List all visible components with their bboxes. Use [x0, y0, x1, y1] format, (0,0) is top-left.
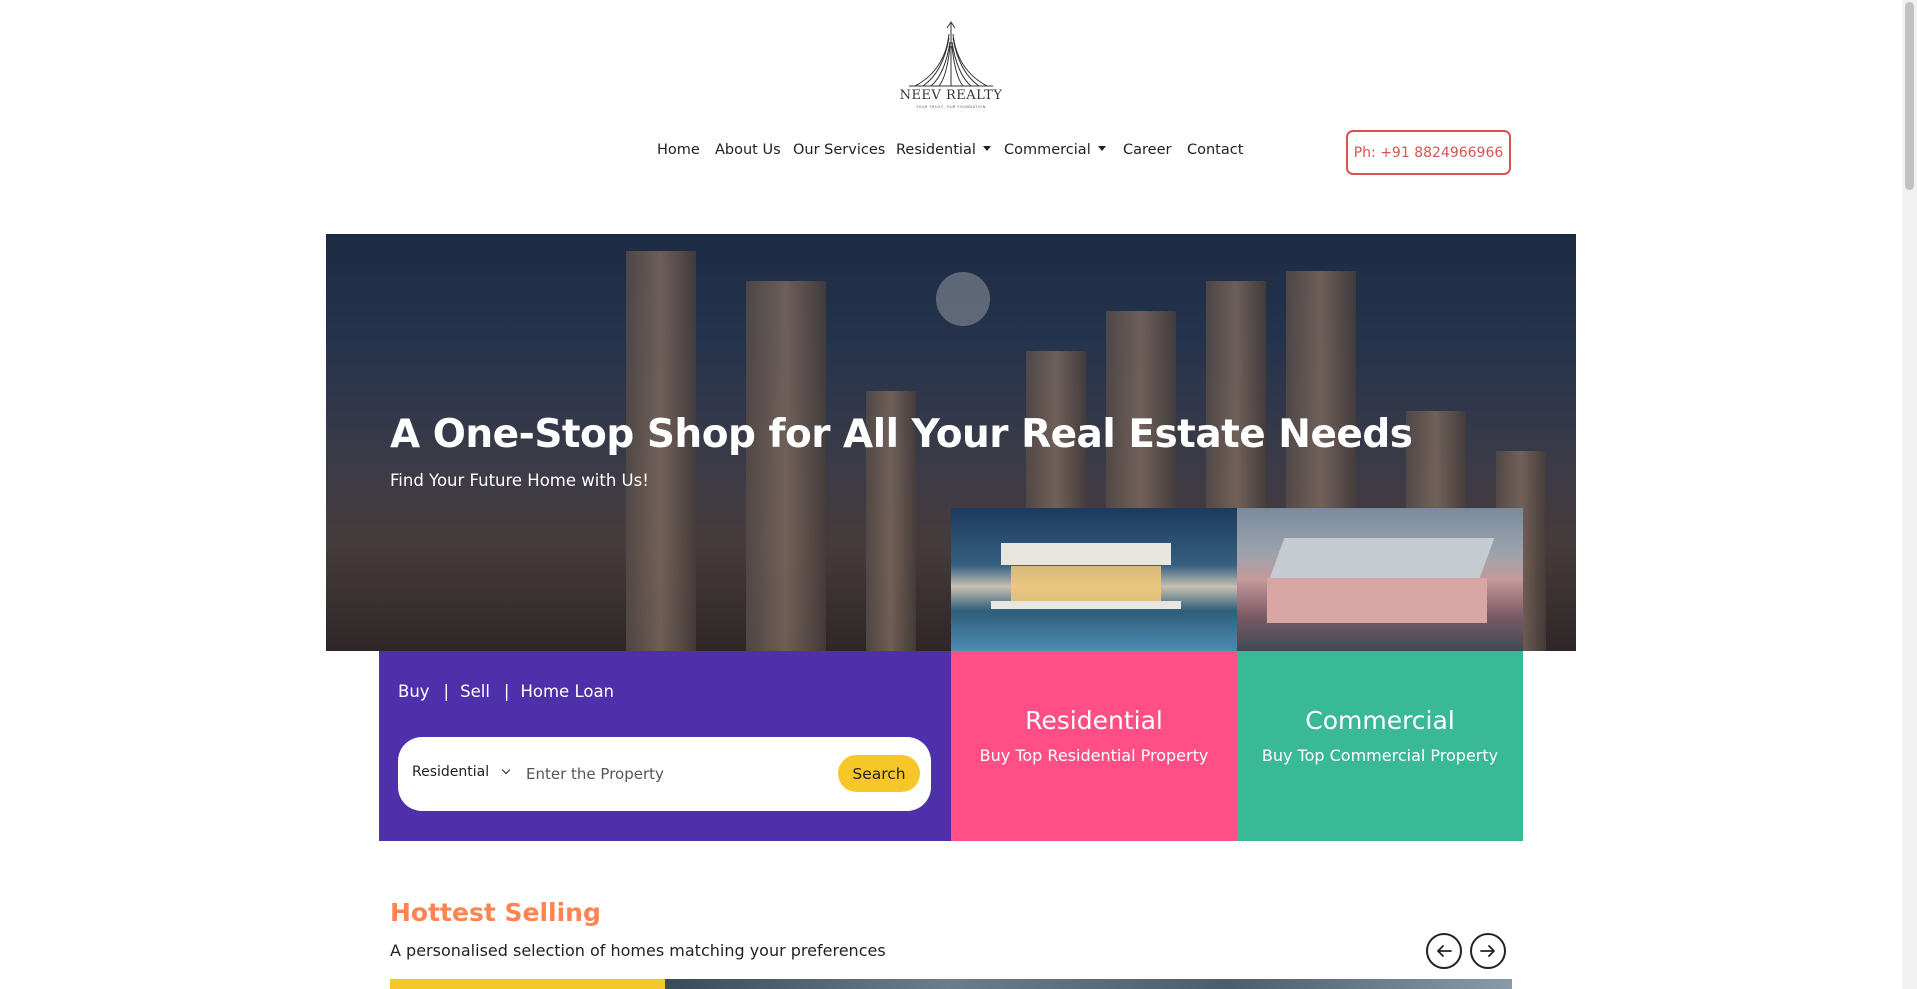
chevron-down-icon [501, 765, 511, 775]
nav-residential-dropdown[interactable]: Residential [896, 142, 991, 158]
caret-down-icon [1097, 146, 1106, 151]
property-carousel[interactable] [390, 979, 1512, 989]
brand-name: NEEV REALTY [899, 88, 1003, 103]
arrow-right-icon [1480, 945, 1495, 957]
caret-down-icon [982, 146, 991, 151]
nav-contact[interactable]: Contact [1187, 142, 1243, 158]
search-box: Residential Search [398, 737, 931, 811]
tile-subtitle: Buy Top Residential Property [979, 746, 1209, 765]
page-scrollbar[interactable] [1902, 0, 1917, 989]
residential-thumbnail[interactable] [951, 508, 1237, 651]
hero-title: A One-Stop Shop for All Your Real Estate… [390, 412, 1413, 457]
tab-separator: | [503, 682, 510, 701]
tile-title: Residential [1025, 706, 1163, 735]
nav-our-services[interactable]: Our Services [793, 142, 885, 158]
hottest-selling-subtitle: A personalised selection of homes matchi… [390, 941, 886, 960]
nav-about-us[interactable]: About Us [715, 142, 781, 158]
nav-commercial-dropdown[interactable]: Commercial [1004, 142, 1106, 158]
carousel-next-button[interactable] [1470, 933, 1506, 969]
carousel-prev-button[interactable] [1426, 933, 1462, 969]
search-button[interactable]: Search [838, 755, 920, 792]
nav-career[interactable]: Career [1123, 142, 1171, 158]
tab-home-loan[interactable]: Home Loan [520, 682, 614, 701]
hero-subtitle: Find Your Future Home with Us! [390, 471, 649, 490]
tab-sell[interactable]: Sell [460, 682, 490, 701]
scrollbar-thumb[interactable] [1905, 2, 1914, 190]
brand-logo[interactable]: NEEV REALTY YOUR TRUST, OUR FOUNDATION [895, 20, 1007, 112]
skyscraper-logo-icon [909, 21, 993, 87]
tile-subtitle: Buy Top Commercial Property [1261, 746, 1499, 765]
property-search-input[interactable] [526, 757, 826, 791]
search-tabs: Buy | Sell | Home Loan [398, 682, 614, 701]
tab-separator: | [443, 682, 450, 701]
category-select[interactable]: Residential [412, 764, 511, 780]
commercial-tile[interactable]: Commercial Buy Top Commercial Property [1237, 651, 1523, 841]
residential-tile[interactable]: Residential Buy Top Residential Property [951, 651, 1237, 841]
commercial-thumbnail[interactable] [1237, 508, 1523, 651]
arrow-left-icon [1437, 945, 1452, 957]
hottest-selling-title: Hottest Selling [390, 898, 601, 927]
brand-tagline: YOUR TRUST, OUR FOUNDATION [916, 105, 986, 109]
search-panel: Buy | Sell | Home Loan Residential Search [379, 651, 951, 841]
phone-button[interactable]: Ph: +91 8824966966 [1346, 130, 1511, 175]
tile-title: Commercial [1305, 706, 1455, 735]
tab-buy[interactable]: Buy [398, 682, 430, 701]
nav-home[interactable]: Home [657, 142, 700, 158]
